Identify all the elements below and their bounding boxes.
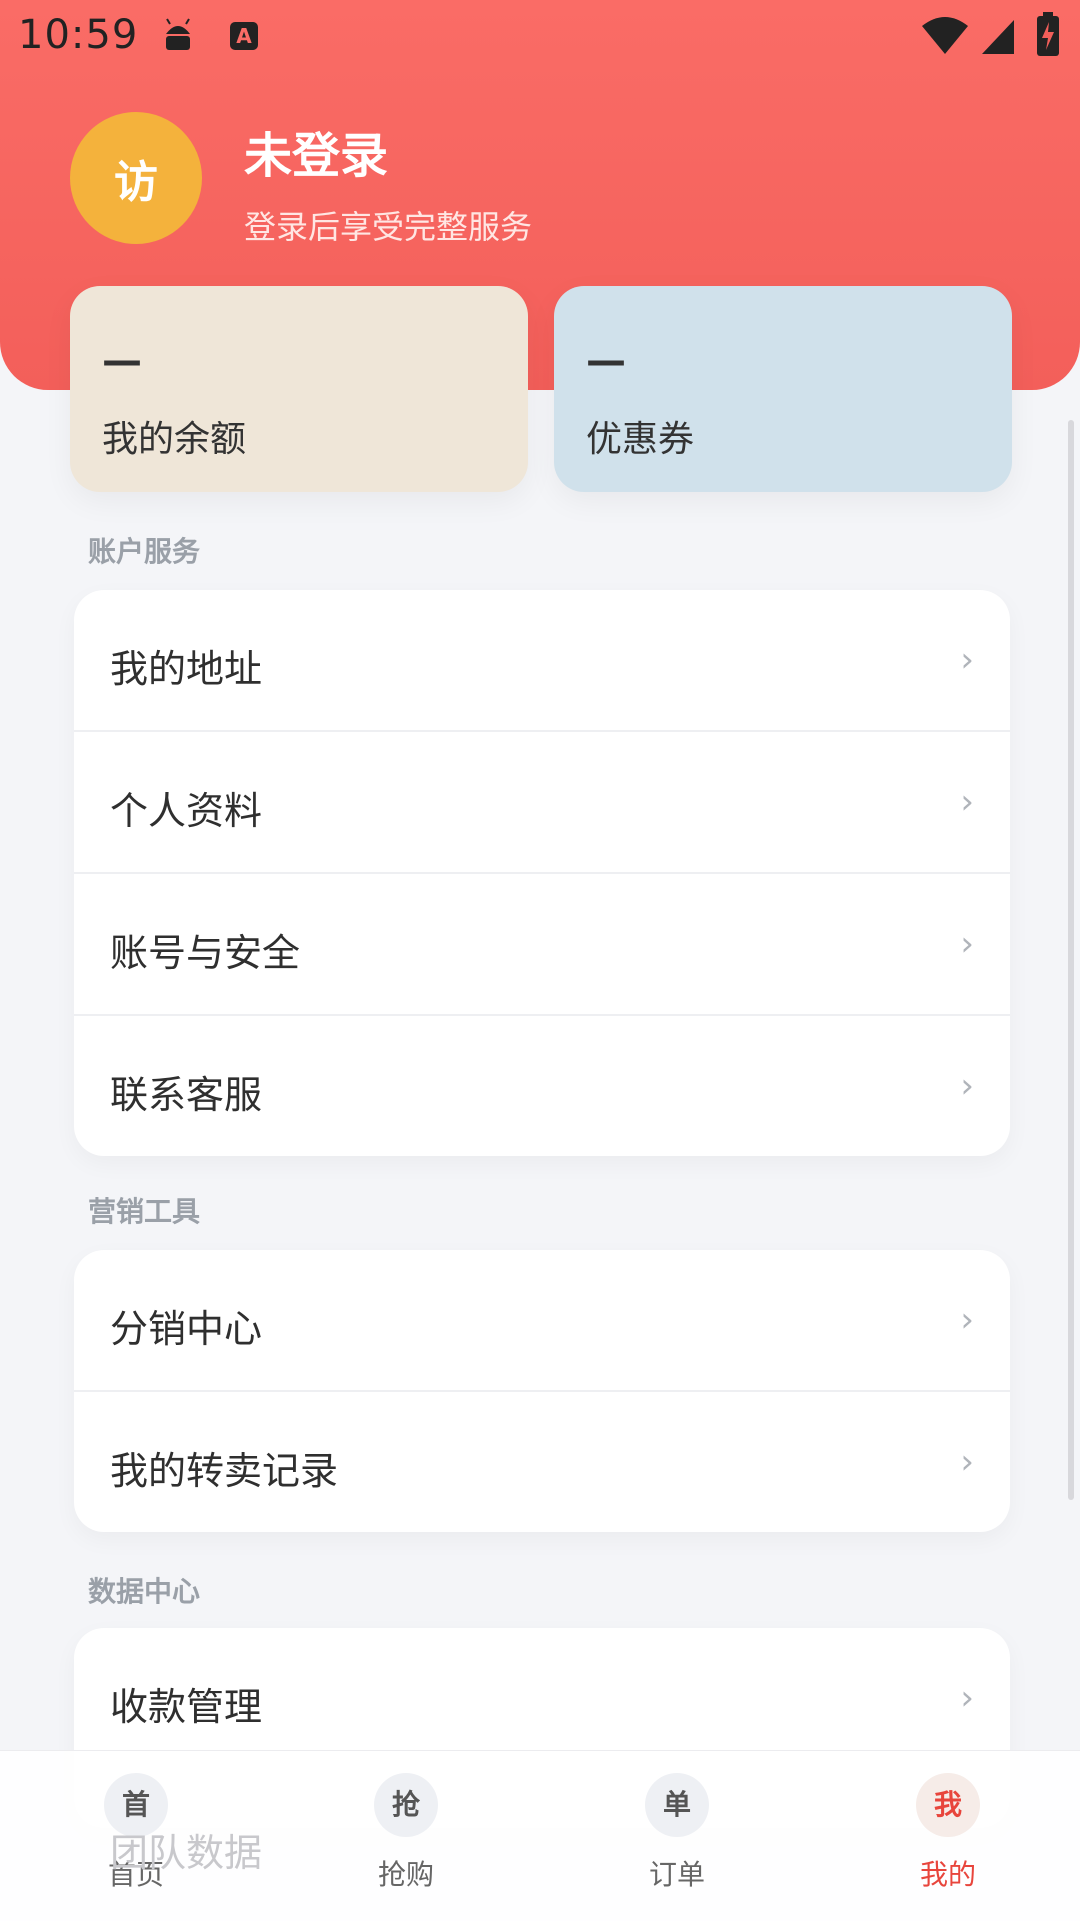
menu-item-label: 联系客服 (110, 1073, 263, 1117)
android-icon (166, 18, 190, 50)
chevron-right-icon: › (960, 1442, 974, 1482)
menu-item-label: 我的转卖记录 (110, 1449, 339, 1493)
menu-item-contact-support[interactable]: 联系客服 › (74, 1016, 1010, 1156)
balance-label: 我的余额 (102, 419, 247, 460)
menu-item-address[interactable]: 我的地址 › (74, 590, 1010, 732)
section-title-data-center: 数据中心 (88, 1575, 201, 1608)
menu-item-profile[interactable]: 个人资料 › (74, 732, 1010, 874)
menu-item-label: 分销中心 (110, 1307, 263, 1351)
menu-item-payment-management[interactable]: 收款管理 › (74, 1628, 1010, 1768)
status-time: 10:59 (18, 12, 139, 58)
wifi-icon (922, 17, 968, 54)
scrollbar[interactable] (1068, 420, 1074, 1500)
chevron-right-icon: › (960, 640, 974, 680)
tab-flash-sale[interactable]: 抢 抢购 (336, 1773, 476, 1903)
chevron-right-icon: › (960, 782, 974, 822)
login-hint: 登录后享受完整服务 (244, 208, 533, 246)
coupon-card[interactable]: — 优惠券 (554, 286, 1012, 492)
battery-icon (1037, 12, 1059, 56)
tab-label: 我的 (919, 1858, 976, 1891)
menu-item-label: 收款管理 (110, 1685, 263, 1729)
chevron-right-icon: › (960, 1066, 974, 1106)
menu-item-resale-records[interactable]: 我的转卖记录 › (74, 1392, 1010, 1532)
menu-item-label: 账号与安全 (110, 931, 301, 975)
mine-icon: 我 (916, 1773, 980, 1837)
menu-item-distribution-center[interactable]: 分销中心 › (74, 1250, 1010, 1392)
section-title-account: 账户服务 (88, 535, 201, 568)
avatar[interactable]: 访 (70, 112, 202, 244)
tab-label: 订单 (648, 1858, 705, 1891)
menu-item-team-data[interactable]: 团队数据 (110, 1822, 262, 1877)
flash-sale-icon: 抢 (374, 1773, 438, 1837)
user-name[interactable]: 未登录 (244, 116, 388, 186)
status-bar: 10:59 A (0, 0, 1080, 76)
tab-orders[interactable]: 单 订单 (607, 1773, 747, 1903)
tab-mine[interactable]: 我 我的 (878, 1773, 1018, 1903)
chevron-right-icon: › (960, 1678, 974, 1718)
balance-card[interactable]: — 我的余额 (70, 286, 528, 492)
orders-icon: 单 (645, 1773, 709, 1837)
account-services-group: 我的地址 › 个人资料 › 账号与安全 › 联系客服 › (74, 590, 1010, 1156)
accessibility-a-icon: A (230, 22, 258, 50)
coupon-label: 优惠券 (586, 419, 695, 460)
coupon-value: — (586, 338, 626, 384)
menu-item-label: 我的地址 (110, 647, 263, 691)
section-title-marketing: 营销工具 (88, 1195, 201, 1228)
signal-icon (982, 20, 1014, 54)
tab-label: 抢购 (377, 1858, 434, 1891)
balance-value: — (102, 338, 142, 384)
menu-item-account-security[interactable]: 账号与安全 › (74, 874, 1010, 1016)
menu-item-label: 个人资料 (110, 789, 263, 833)
chevron-right-icon: › (960, 924, 974, 964)
marketing-tools-group: 分销中心 › 我的转卖记录 › (74, 1250, 1010, 1532)
chevron-right-icon: › (960, 1300, 974, 1340)
